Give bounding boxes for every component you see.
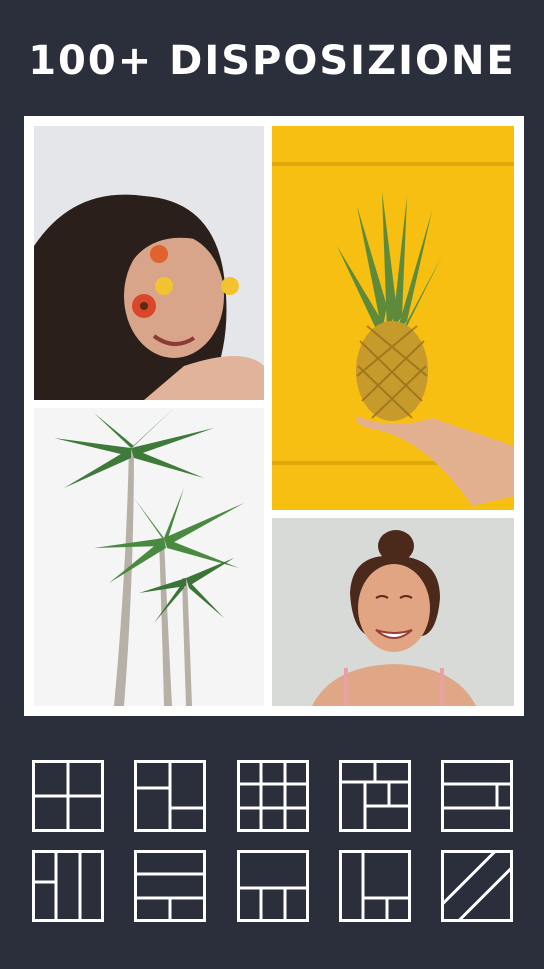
l-shape-layout-icon[interactable]: [339, 850, 411, 922]
diagonal-layout-icon[interactable]: [441, 850, 513, 922]
mixed-grid-layout-icon[interactable]: [339, 760, 411, 832]
app-screen: 100+ DISPOSIZIONE: [0, 0, 544, 969]
stacked-rows-layout-icon[interactable]: [134, 850, 206, 922]
grid-2x2-layout-icon[interactable]: [32, 760, 104, 832]
grid-3x3-layout-icon[interactable]: [237, 760, 309, 832]
rows-layout-icon[interactable]: [441, 760, 513, 832]
columns-layout-icon[interactable]: [32, 850, 104, 922]
photo-woman-with-flowers[interactable]: [34, 126, 264, 400]
collage-preview: [24, 116, 524, 716]
bottom-split-layout-icon[interactable]: [237, 850, 309, 922]
page-title: 100+ DISPOSIZIONE: [28, 38, 516, 84]
photo-smiling-woman[interactable]: [272, 518, 514, 706]
split-right-layout-icon[interactable]: [134, 760, 206, 832]
photo-palm-trees[interactable]: [34, 408, 264, 706]
photo-pineapple[interactable]: [272, 126, 514, 510]
